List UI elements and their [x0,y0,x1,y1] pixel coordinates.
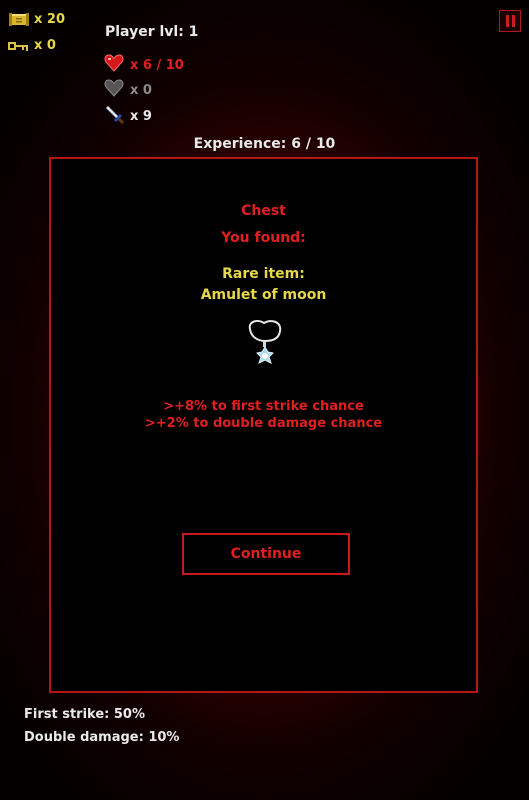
bonus-double-damage: >+2% to double damage chance [144,416,383,431]
gold-count: x 20 [34,11,66,27]
scroll-icon [8,11,30,27]
first-strike-stat: First strike: 50% [24,707,145,722]
dialog-title: Chest [241,203,286,219]
sword-icon [104,104,125,128]
item-rarity: Rare item: [222,266,305,282]
player-stats: x 6 / 10 x 0 x 9 [104,54,184,127]
found-label: You found: [221,230,306,246]
player-level: Player lvl: 1 [105,24,199,40]
key-icon [8,37,30,53]
continue-button[interactable]: Continue [182,533,350,575]
armor-value: x 0 [130,82,152,98]
health-value: x 6 / 10 [130,57,184,73]
resources-panel: x 20 x 0 [8,10,65,54]
attack-stat: x 9 [104,105,184,127]
keys-row: x 0 [8,36,65,54]
keys-count: x 0 [34,37,56,53]
armor-stat: x 0 [104,79,184,101]
double-damage-stat: Double damage: 10% [24,730,180,745]
item-name: Amulet of moon [200,287,327,303]
heart-icon [104,54,124,76]
pause-button[interactable] [499,10,521,32]
experience-label: Experience: 6 / 10 [193,136,336,152]
pause-icon [506,15,509,27]
attack-value: x 9 [130,108,152,124]
chest-dialog: Chest You found: Rare item: Amulet of mo… [49,157,478,693]
health-stat: x 6 / 10 [104,54,184,76]
bonus-first-strike: >+8% to first strike chance [163,399,364,414]
amulet-icon [244,319,286,373]
shield-icon [104,79,124,101]
gold-row: x 20 [8,10,65,28]
